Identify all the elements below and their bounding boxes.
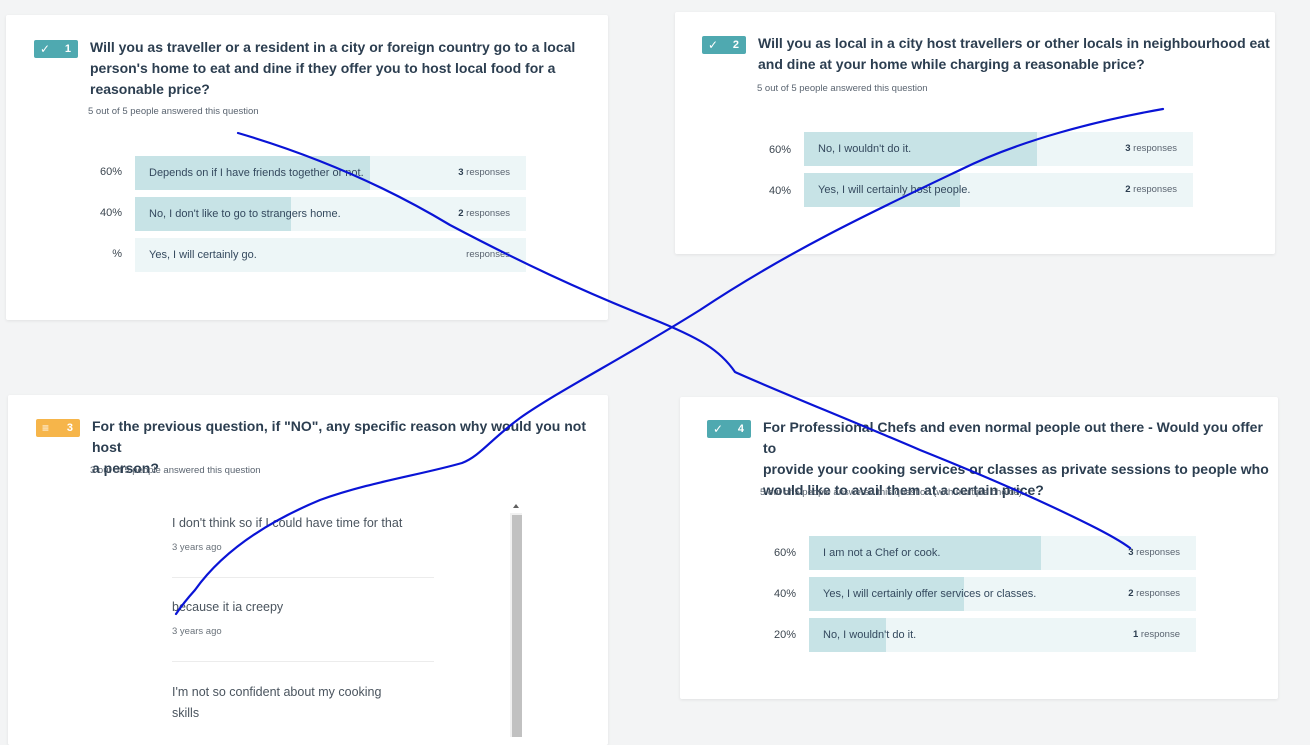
option-responses: 3 responses [458,156,510,190]
question-header-2: ✓ 2 Will you as local in a city host tra… [702,33,1270,75]
response-count: 3 [458,167,464,178]
response-count: 2 [1128,588,1134,599]
option-responses: 2 responses [458,197,510,231]
option-percent: 40% [768,185,791,197]
divider [172,577,434,578]
response-unit: responses [1136,547,1180,558]
text-responses-list[interactable]: I don't think so if I could have time fo… [90,497,535,737]
question-number: 2 [732,39,739,51]
question-title-line: For the previous question, if "NO", any … [92,418,587,455]
option-responses: 3 responses [1125,132,1177,166]
question-title-line: Will you as local in a city host travell… [758,35,1270,51]
response-unit: responses [466,249,510,260]
question-title-line: provide your cooking services or classes… [763,461,1269,477]
question-title-line: and dine at your home while charging a r… [758,56,1145,72]
option-percent: 60% [768,144,791,156]
option-responses: responses [466,238,510,272]
option-percent: % [112,248,122,260]
checkmark-icon: ✓ [40,42,51,56]
response-unit: responses [466,208,510,219]
response-text: I'm not so confident about my cooking [172,685,382,699]
option-responses: 2 responses [1128,577,1180,611]
question-card-3: ≡ 3 For the previous question, if "NO", … [8,395,608,745]
question-number: 1 [64,43,71,55]
option-bar: Depends on if I have friends together or… [135,156,526,190]
option-bar: No, I wouldn't do it. 1 response [809,618,1196,652]
question-title: Will you as traveller or a resident in a… [90,37,575,100]
response-count: 3 [1128,547,1134,558]
option-bar: Yes, I will certainly offer services or … [809,577,1196,611]
question-title-line: person's home to eat and dine if they of… [90,60,556,76]
question-badge-3: ≡ 3 [36,419,80,437]
response-count: 3 [1125,143,1131,154]
response-text: I don't think so if I could have time fo… [172,516,403,530]
text-lines-icon: ≡ [42,421,50,435]
text-response-entry: I'm not so confident about my cooking sk… [172,682,434,724]
answered-count: 3 out of 5 people answered this question [90,465,261,476]
response-unit: responses [466,167,510,178]
response-unit: responses [1133,184,1177,195]
response-unit: responses [1136,588,1180,599]
option-bar: No, I don't like to go to strangers home… [135,197,526,231]
option-percent: 40% [773,588,796,600]
question-number: 3 [66,422,73,434]
option-label: Yes, I will certainly go. [149,249,257,261]
option-percent: 20% [773,629,796,641]
option-bar: Yes, I will certainly go. responses [135,238,526,272]
scrollbar-thumb[interactable] [512,515,522,737]
response-text: skills [172,706,200,720]
text-response-entry: because it ia creepy 3 years ago [172,597,434,637]
response-count: 2 [458,208,464,219]
option-responses: 3 responses [1128,536,1180,570]
option-label: Yes, I will certainly host people. [818,184,971,196]
question-title-line: For Professional Chefs and even normal p… [763,419,1263,456]
option-label: Depends on if I have friends together or… [149,167,364,179]
option-label: No, I don't like to go to strangers home… [149,208,341,220]
divider [172,661,434,662]
question-badge-2: ✓ 2 [702,36,746,54]
question-card-2: ✓ 2 Will you as local in a city host tra… [675,12,1275,254]
response-count: 2 [1125,184,1131,195]
checkmark-icon: ✓ [708,38,719,52]
question-number: 4 [737,423,744,435]
response-count: 1 [1132,629,1139,640]
option-label: No, I wouldn't do it. [823,629,917,641]
option-percent: 60% [99,166,122,178]
option-percent: 60% [773,547,796,559]
question-badge-4: ✓ 4 [707,420,751,438]
scroll-up-arrow-icon[interactable] [513,504,519,508]
response-timestamp: 3 years ago [172,542,222,553]
question-badge-1: ✓ 1 [34,40,78,58]
response-text: because it ia creepy [172,600,284,614]
response-timestamp: 3 years ago [172,626,222,637]
question-card-1: ✓ 1 Will you as traveller or a resident … [6,15,608,320]
question-card-4: ✓ 4 For Professional Chefs and even norm… [680,397,1278,699]
answered-count: 5 out of 5 people answered this question [88,106,259,117]
option-percent: 40% [99,207,122,219]
option-label: I am not a Chef or cook. [823,547,941,559]
option-bar: No, I wouldn't do it. 3 responses [804,132,1193,166]
response-unit: response [1140,629,1180,640]
response-unit: responses [1133,143,1177,154]
option-label: No, I wouldn't do it. [818,143,912,155]
option-bar: I am not a Chef or cook. 3 responses [809,536,1196,570]
checkmark-icon: ✓ [713,422,724,436]
answered-count: 5 out of 5 people answered this question… [760,487,1022,498]
answered-count: 5 out of 5 people answered this question [757,83,928,94]
text-response-entry: I don't think so if I could have time fo… [172,513,434,553]
option-responses: 2 responses [1125,173,1177,207]
option-responses: 1 response [1133,618,1180,652]
question-header-1: ✓ 1 Will you as traveller or a resident … [34,37,575,100]
question-title-line: reasonable price? [90,81,210,97]
question-title-line: Will you as traveller or a resident in a… [90,39,576,55]
option-bar: Yes, I will certainly host people. 2 res… [804,173,1193,207]
option-label: Yes, I will certainly offer services or … [823,588,1037,600]
question-title: Will you as local in a city host travell… [758,33,1270,75]
